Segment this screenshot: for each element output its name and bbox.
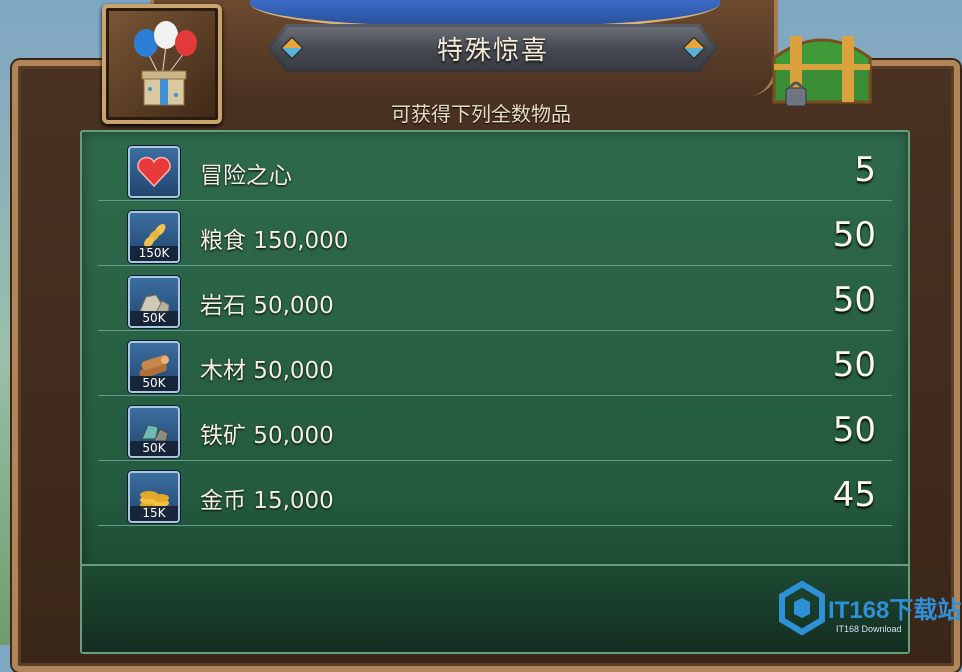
item-quantity: 45 [832, 475, 876, 515]
watermark-text: IT168下载站 [828, 597, 962, 624]
item-name: 铁矿 50,000 [200, 423, 334, 449]
subtitle: 可获得下列全数物品 [391, 102, 571, 126]
item-quantity: 50 [832, 410, 876, 450]
item-quantity: 5 [854, 150, 876, 190]
page-title: 特殊惊喜 [436, 35, 549, 66]
treasure-chest-icon [766, 22, 878, 108]
item-icon-frame [128, 146, 180, 198]
diamond-ornament-icon [280, 36, 304, 60]
list-item: 50K 木材 50,000 50 [98, 331, 892, 396]
item-icon-frame: 50K [128, 406, 180, 458]
item-name: 岩石 50,000 [200, 293, 334, 319]
list-item: 15K 金币 15,000 45 [98, 461, 892, 526]
item-icon-frame: 15K [128, 471, 180, 523]
amount-badge: 50K [130, 376, 178, 391]
item-icon-frame: 150K [128, 211, 180, 263]
amount-badge: 150K [130, 246, 178, 261]
amount-badge: 15K [130, 506, 178, 521]
list-item: 冒险之心 5 [98, 136, 892, 201]
item-quantity: 50 [832, 280, 876, 320]
amount-badge: 50K [130, 441, 178, 456]
watermark-icon [779, 580, 825, 636]
item-name: 粮食 150,000 [200, 228, 349, 254]
watermark-logo: IT168下载站 IT168 Download [776, 580, 962, 642]
item-icon-frame: 50K [128, 276, 180, 328]
list-item: 50K 铁矿 50,000 50 [98, 396, 892, 461]
watermark-subtext: IT168 Download [836, 624, 902, 634]
title-plate: 特殊惊喜 [268, 24, 718, 72]
list-item: 150K 粮食 150,000 50 [98, 201, 892, 266]
item-name: 木材 50,000 [200, 358, 334, 384]
reward-list-panel: 冒险之心 5 150K 粮食 150,000 50 50K 岩石 50,000 … [80, 130, 910, 654]
item-name: 冒险之心 [200, 163, 292, 189]
heart-icon [130, 148, 178, 196]
item-icon-frame: 50K [128, 341, 180, 393]
item-quantity: 50 [832, 345, 876, 385]
diamond-ornament-icon [682, 36, 706, 60]
item-quantity: 50 [832, 215, 876, 255]
list-item: 50K 岩石 50,000 50 [98, 266, 892, 331]
amount-badge: 50K [130, 311, 178, 326]
item-name: 金币 15,000 [200, 488, 334, 514]
